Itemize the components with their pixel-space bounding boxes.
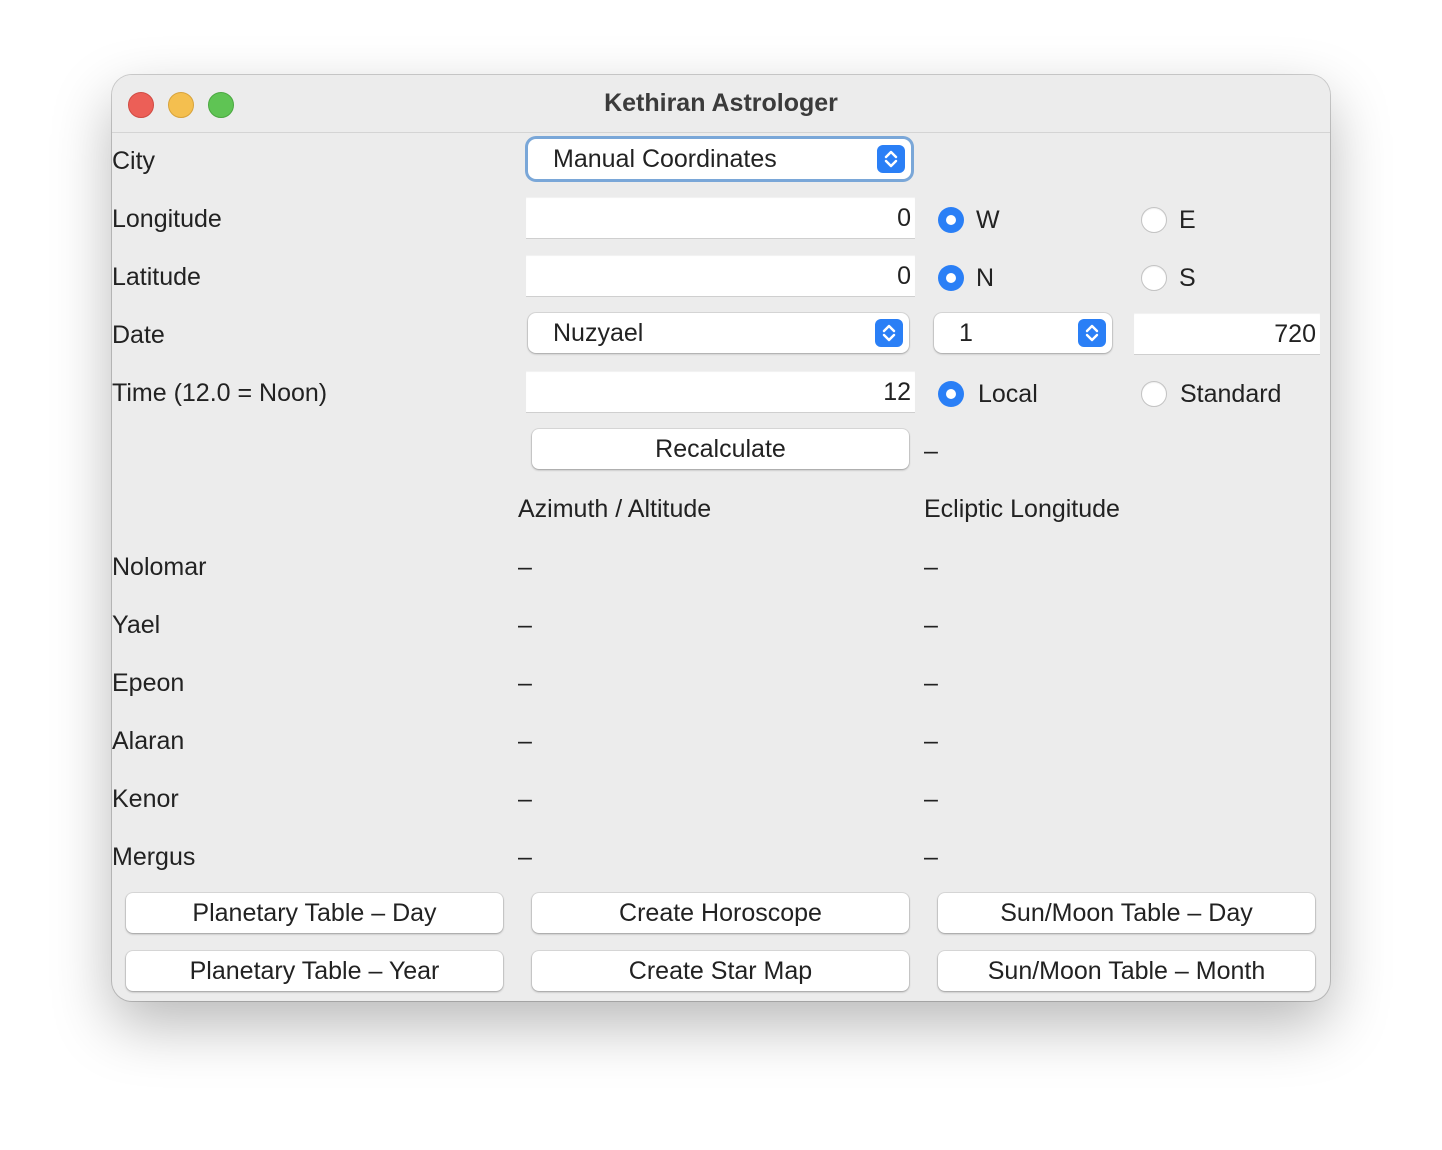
month-select-value: Nuzyael [553, 319, 644, 347]
body-name-alaran: Alaran [112, 727, 185, 755]
latitude-input[interactable]: 0 [526, 255, 915, 297]
ecliptic-value: – [924, 785, 938, 813]
ecliptic-value: – [924, 727, 938, 755]
body-name-kenor: Kenor [112, 785, 179, 813]
app-window: Kethiran Astrologer City Manual Coordina… [112, 75, 1330, 1001]
longitude-w-radio[interactable] [938, 207, 964, 233]
latitude-s-label: S [1179, 264, 1196, 292]
month-select[interactable]: Nuzyael [528, 313, 909, 353]
time-local-label: Local [978, 380, 1038, 408]
window-title: Kethiran Astrologer [604, 89, 838, 117]
create-star-map-button[interactable]: Create Star Map [532, 951, 909, 991]
date-label: Date [112, 321, 165, 349]
longitude-e-label: E [1179, 206, 1196, 234]
sunmoon-table-month-button[interactable]: Sun/Moon Table – Month [938, 951, 1315, 991]
chevron-updown-icon [877, 145, 905, 173]
body-name-epeon: Epeon [112, 669, 185, 697]
city-select[interactable]: Manual Coordinates [528, 139, 911, 179]
latitude-n-radio[interactable] [938, 265, 964, 291]
azalt-value: – [518, 553, 532, 581]
ecliptic-value: – [924, 611, 938, 639]
body-name-mergus: Mergus [112, 843, 196, 871]
calculation-status: – [924, 437, 938, 465]
time-label: Time (12.0 = Noon) [112, 379, 328, 407]
chevron-updown-icon [875, 319, 903, 347]
main-form: City Manual Coordinates Longitude 0 W E … [112, 133, 1330, 1001]
ecliptic-value: – [924, 669, 938, 697]
time-input[interactable]: 12 [526, 371, 915, 413]
time-standard-label: Standard [1180, 380, 1282, 408]
city-label: City [112, 147, 156, 175]
latitude-s-radio[interactable] [1141, 265, 1167, 291]
longitude-label: Longitude [112, 205, 222, 233]
azimuth-altitude-header: Azimuth / Altitude [518, 495, 712, 523]
sunmoon-table-day-button[interactable]: Sun/Moon Table – Day [938, 893, 1315, 933]
latitude-label: Latitude [112, 263, 201, 291]
planetary-table-year-button[interactable]: Planetary Table – Year [126, 951, 503, 991]
azalt-value: – [518, 669, 532, 697]
time-local-radio[interactable] [938, 381, 964, 407]
day-select-value: 1 [959, 319, 973, 347]
body-name-nolomar: Nolomar [112, 553, 207, 581]
city-select-value: Manual Coordinates [553, 145, 777, 173]
planetary-table-day-button[interactable]: Planetary Table – Day [126, 893, 503, 933]
azalt-value: – [518, 611, 532, 639]
latitude-n-label: N [976, 264, 995, 292]
create-horoscope-button[interactable]: Create Horoscope [532, 893, 909, 933]
azalt-value: – [518, 843, 532, 871]
time-standard-radio[interactable] [1141, 381, 1167, 407]
body-name-yael: Yael [112, 611, 161, 639]
azalt-value: – [518, 727, 532, 755]
title-bar[interactable]: Kethiran Astrologer [112, 75, 1330, 133]
recalculate-button[interactable]: Recalculate [532, 429, 909, 469]
azalt-value: – [518, 785, 532, 813]
longitude-w-label: W [976, 206, 1000, 234]
longitude-e-radio[interactable] [1141, 207, 1167, 233]
ecliptic-longitude-header: Ecliptic Longitude [924, 495, 1120, 523]
chevron-updown-icon [1078, 319, 1106, 347]
longitude-input[interactable]: 0 [526, 197, 915, 239]
day-select[interactable]: 1 [934, 313, 1112, 353]
ecliptic-value: – [924, 553, 938, 581]
ecliptic-value: – [924, 843, 938, 871]
year-input[interactable]: 720 [1134, 313, 1320, 355]
